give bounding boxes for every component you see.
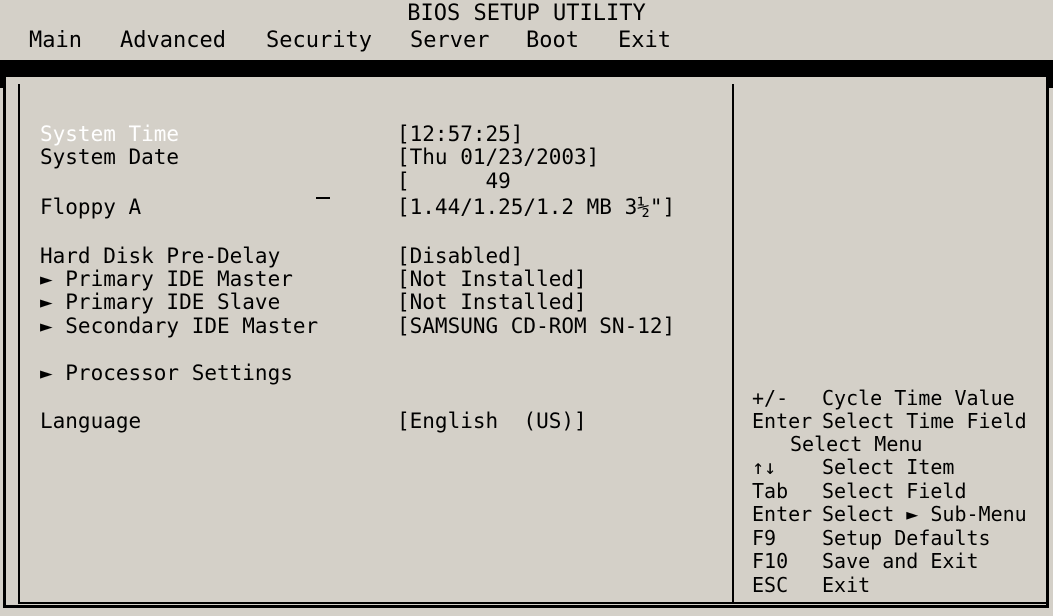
help-text: Select ► Sub-Menu <box>822 502 1027 526</box>
help-enter-field: Enter Select Time Field <box>752 410 1027 433</box>
help-text: Select Item <box>822 455 955 479</box>
primary-ide-master-value[interactable]: [Not Installed] <box>397 268 587 291</box>
help-key: Enter <box>752 409 813 433</box>
tab-main[interactable]: Main <box>29 28 82 54</box>
help-text: Save and Exit <box>822 549 979 573</box>
help-f9: F9 Setup Defaults <box>752 527 991 550</box>
help-key: ESC <box>752 573 789 597</box>
text-cursor <box>316 197 330 199</box>
system-time-value[interactable]: [12:57:25] <box>397 123 523 146</box>
system-time-label[interactable]: System Time <box>40 123 179 146</box>
help-text: Select Field <box>822 479 967 503</box>
title-bar: BIOS SETUP UTILITY Main Advanced Securit… <box>0 0 1053 60</box>
help-arrows: ↑↓ Select Item <box>752 456 954 479</box>
help-select-menu: Select Menu <box>790 432 923 456</box>
help-key: Tab <box>752 479 789 503</box>
help-key: F9 <box>752 526 777 550</box>
primary-ide-slave-label[interactable]: ► Primary IDE Slave <box>40 291 280 314</box>
help-text: Select Time Field <box>822 409 1027 433</box>
help-esc: ESC Exit <box>752 574 870 597</box>
help-key: +/- <box>752 386 789 410</box>
help-tab: Tab Select Field <box>752 480 967 503</box>
processor-settings-label[interactable]: ► Processor Settings <box>40 362 293 385</box>
floppy-a-label[interactable]: Floppy A <box>40 196 141 219</box>
help-cycle: +/- Cycle Time Value <box>752 387 1015 410</box>
help-key: Enter <box>752 502 813 526</box>
help-enter-sub: Enter Select ► Sub-Menu <box>752 503 1027 526</box>
tab-exit[interactable]: Exit <box>618 28 671 54</box>
tab-security[interactable]: Security <box>266 28 372 54</box>
help-text: Exit <box>822 573 871 597</box>
tab-advanced[interactable]: Advanced <box>120 28 226 54</box>
hard-disk-pre-delay-value[interactable]: [Disabled] <box>397 245 523 268</box>
help-f10: F10 Save and Exit <box>752 550 979 573</box>
system-date-label[interactable]: System Date <box>40 146 179 169</box>
primary-ide-master-label[interactable]: ► Primary IDE Master <box>40 268 293 291</box>
primary-ide-slave-value[interactable]: [Not Installed] <box>397 291 587 314</box>
floppy-a-value[interactable]: [1.44/1.25/1.2 MB 3½"] <box>397 196 675 219</box>
help-text: Cycle Time Value <box>822 386 1015 410</box>
language-label[interactable]: Language <box>40 410 141 433</box>
system-date-value[interactable]: [Thu 01/23/2003] <box>397 146 599 169</box>
help-key: F10 <box>752 549 789 573</box>
secondary-ide-master-value[interactable]: [SAMSUNG CD-ROM SN-12] <box>397 315 675 338</box>
stray-value: [ 49 <box>397 169 511 193</box>
hard-disk-pre-delay-label[interactable]: Hard Disk Pre-Delay <box>40 245 280 268</box>
tab-server[interactable]: Server <box>410 28 489 54</box>
arrows-icon: ↑↓ <box>752 455 777 479</box>
help-text: Setup Defaults <box>822 526 991 550</box>
bios-title: BIOS SETUP UTILITY <box>407 1 646 26</box>
tab-boot[interactable]: Boot <box>526 28 579 54</box>
language-value[interactable]: [English (US)] <box>397 410 587 433</box>
secondary-ide-master-label[interactable]: ► Secondary IDE Master <box>40 315 318 338</box>
